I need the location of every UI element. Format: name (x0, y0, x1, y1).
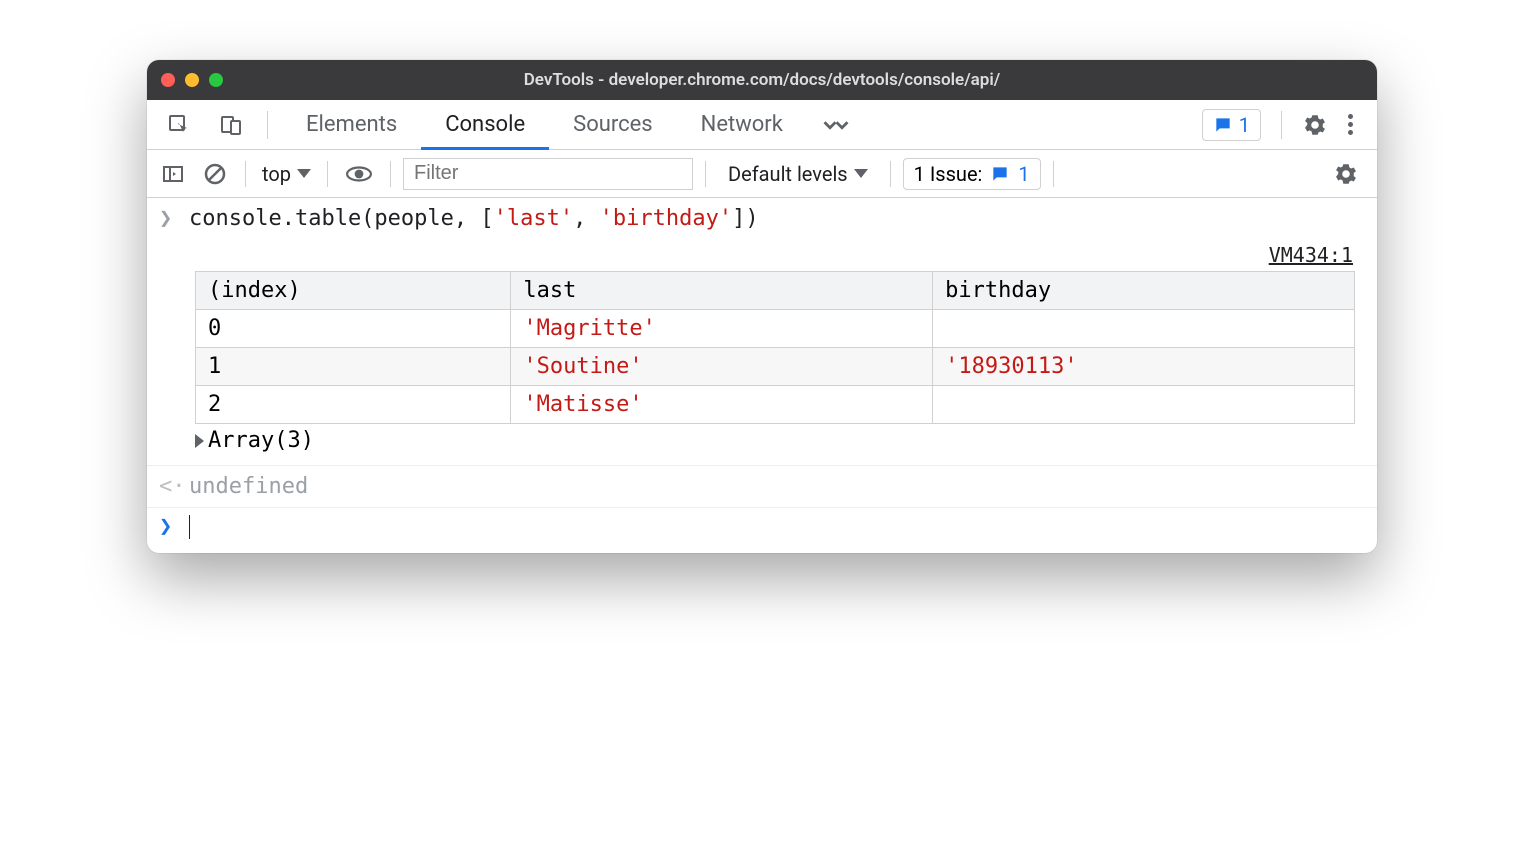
log-levels-label: Default levels (728, 162, 848, 186)
table-header-last[interactable]: last (511, 272, 933, 310)
devtools-window: DevTools - developer.chrome.com/docs/dev… (147, 60, 1377, 553)
return-value: undefined (189, 474, 308, 499)
table-cell-index: 1 (196, 348, 511, 386)
table-row[interactable]: 1 'Soutine' '18930113' (196, 348, 1355, 386)
issues-badge-count: 1 (1239, 113, 1250, 137)
close-window-button[interactable] (161, 73, 175, 87)
console-prompt[interactable]: ❯ (147, 508, 1377, 553)
table-cell-last: 'Matisse' (511, 386, 933, 424)
table-cell-index: 2 (196, 386, 511, 424)
inspect-element-icon[interactable] (161, 113, 197, 137)
tab-elements[interactable]: Elements (282, 100, 421, 150)
titlebar: DevTools - developer.chrome.com/docs/dev… (147, 60, 1377, 100)
traffic-lights (161, 73, 223, 87)
expand-triangle-icon (195, 434, 204, 448)
panel-tabs: Elements Console Sources Network (282, 100, 865, 150)
array-summary-label: Array(3) (208, 428, 314, 453)
console-return-row: <· undefined (147, 466, 1377, 508)
table-row[interactable]: 0 'Magritte' (196, 310, 1355, 348)
clear-console-icon[interactable] (197, 162, 233, 186)
table-header-birthday[interactable]: birthday (933, 272, 1355, 310)
table-cell-birthday (933, 386, 1355, 424)
issues-pill-label: 1 Issue: (914, 162, 983, 186)
window-title: DevTools - developer.chrome.com/docs/dev… (524, 70, 1001, 90)
source-link[interactable]: VM434:1 (147, 239, 1377, 271)
tab-sources[interactable]: Sources (549, 100, 677, 150)
array-expand-toggle[interactable]: Array(3) (147, 424, 1377, 461)
device-toolbar-icon[interactable] (213, 113, 249, 137)
console-settings-icon[interactable] (1333, 161, 1369, 187)
table-cell-birthday: '18930113' (933, 348, 1355, 386)
context-selector[interactable]: top (258, 162, 315, 186)
kebab-menu-icon[interactable] (1342, 114, 1359, 135)
tab-console[interactable]: Console (421, 100, 549, 150)
issues-pill[interactable]: 1 Issue: 1 (903, 158, 1041, 190)
chevron-down-icon (297, 169, 311, 178)
more-tabs-button[interactable] (807, 100, 865, 150)
console-output: ❯ console.table(people, ['last', 'birthd… (147, 198, 1377, 553)
table-row[interactable]: 2 'Matisse' (196, 386, 1355, 424)
table-header-index[interactable]: (index) (196, 272, 511, 310)
console-table: (index) last birthday 0 'Magritte' 1 'So… (195, 271, 1355, 424)
log-levels-selector[interactable]: Default levels (718, 162, 878, 186)
input-chevron-icon: ❯ (159, 206, 177, 231)
text-cursor (189, 515, 190, 539)
console-input-row: ❯ console.table(people, ['last', 'birthd… (147, 198, 1377, 239)
console-input-code: console.table(people, ['last', 'birthday… (189, 206, 759, 231)
issues-pill-count: 1 (1018, 162, 1029, 186)
prompt-chevron-icon: ❯ (159, 514, 177, 539)
filter-input[interactable] (403, 158, 693, 190)
chevron-down-icon (854, 169, 868, 178)
minimize-window-button[interactable] (185, 73, 199, 87)
return-chevron-icon: <· (159, 474, 177, 499)
tab-network[interactable]: Network (677, 100, 807, 150)
maximize-window-button[interactable] (209, 73, 223, 87)
sidebar-toggle-icon[interactable] (155, 162, 191, 186)
live-expression-icon[interactable] (340, 161, 378, 187)
table-cell-last: 'Magritte' (511, 310, 933, 348)
table-cell-birthday (933, 310, 1355, 348)
issues-badge[interactable]: 1 (1202, 109, 1261, 141)
context-selector-label: top (262, 162, 291, 186)
settings-icon[interactable] (1302, 112, 1328, 138)
console-toolbar: top Default levels 1 Issue: 1 (147, 150, 1377, 198)
table-cell-index: 0 (196, 310, 511, 348)
table-cell-last: 'Soutine' (511, 348, 933, 386)
table-header-row: (index) last birthday (196, 272, 1355, 310)
main-tabs-bar: Elements Console Sources Network 1 (147, 100, 1377, 150)
